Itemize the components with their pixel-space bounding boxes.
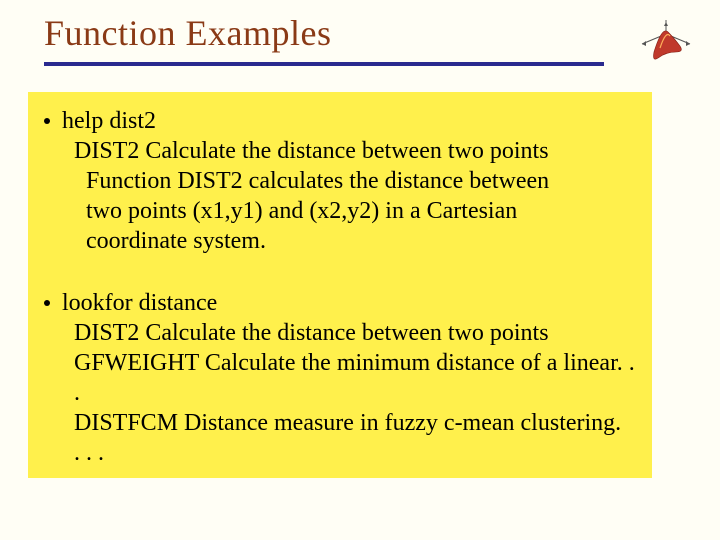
cmd-help-dist2: help dist2 — [62, 106, 156, 136]
content-block: help dist2 DIST2 Calculate the distance … — [28, 92, 652, 478]
output-line: DIST2 Calculate the distance between two… — [74, 318, 640, 348]
slide: Function Examples help dist2 DIST2 Calcu… — [0, 0, 720, 540]
output-line: DISTFCM Distance measure in fuzzy c-mean… — [74, 408, 640, 438]
output-line: coordinate system. — [86, 226, 640, 256]
output-line: DIST2 Calculate the distance between two… — [74, 136, 640, 166]
spacer — [40, 256, 640, 282]
title-underline — [44, 62, 604, 66]
title-area: Function Examples — [0, 0, 720, 54]
output-line: GFWEIGHT Calculate the minimum distance … — [74, 348, 640, 408]
output-line: . . . — [74, 438, 640, 468]
bullet-icon — [44, 118, 50, 124]
bullet-item-1: help dist2 — [40, 106, 640, 136]
output-line: Function DIST2 calculates the distance b… — [86, 166, 640, 196]
bullet-item-2: lookfor distance — [40, 288, 640, 318]
output-line: two points (x1,y1) and (x2,y2) in a Cart… — [86, 196, 640, 226]
bullet-icon — [44, 300, 50, 306]
cmd-lookfor-distance: lookfor distance — [62, 288, 217, 318]
matlab-logo-icon — [636, 18, 700, 66]
slide-title: Function Examples — [44, 12, 720, 54]
